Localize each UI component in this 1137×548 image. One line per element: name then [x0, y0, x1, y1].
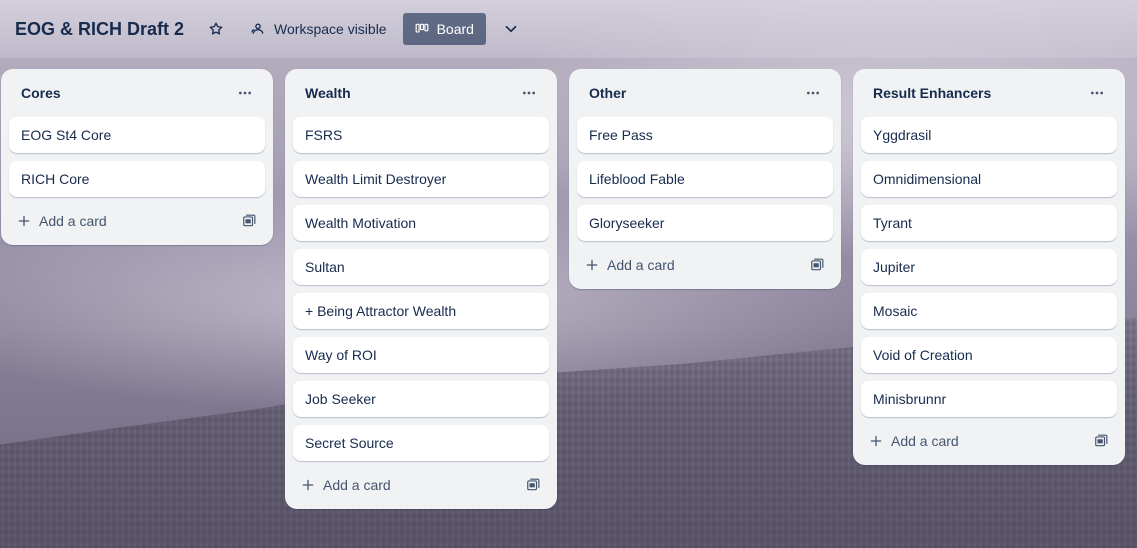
list-footer: Add a card [577, 249, 833, 281]
card[interactable]: Free Pass [577, 117, 833, 153]
people-icon [251, 23, 264, 34]
list-header[interactable]: Other [577, 69, 833, 117]
card[interactable]: + Being Attractor Wealth [293, 293, 549, 329]
card[interactable]: RICH Core [9, 161, 265, 197]
list-cores: Cores EOG St4 Core RICH Core Add a card [1, 69, 273, 245]
more-icon [239, 91, 251, 95]
card[interactable]: Omnidimensional [861, 161, 1117, 197]
list-title[interactable]: Wealth [305, 85, 351, 101]
add-card-label: Add a card [323, 477, 391, 493]
card[interactable]: Job Seeker [293, 381, 549, 417]
card[interactable]: EOG St4 Core [9, 117, 265, 153]
create-from-template-button[interactable] [1089, 429, 1113, 453]
card[interactable]: Way of ROI [293, 337, 549, 373]
more-icon [1091, 91, 1103, 95]
board-icon [415, 23, 429, 33]
star-icon [209, 22, 223, 35]
list-header[interactable]: Result Enhancers [861, 69, 1117, 117]
card[interactable]: Jupiter [861, 249, 1117, 285]
star-button[interactable] [202, 13, 230, 45]
board-view-button[interactable]: Board [402, 13, 486, 45]
template-icon [811, 258, 824, 271]
card[interactable]: Sultan [293, 249, 549, 285]
create-from-template-button[interactable] [237, 209, 261, 233]
more-icon [807, 91, 819, 95]
list-footer: Add a card [9, 205, 265, 237]
plus-icon [18, 215, 30, 227]
add-card-button[interactable]: Add a card [869, 433, 959, 449]
list-other: Other Free Pass Lifeblood Fable Glorysee… [569, 69, 841, 289]
card[interactable]: Wealth Limit Destroyer [293, 161, 549, 197]
list-menu-button[interactable] [515, 79, 543, 107]
plus-icon [586, 259, 598, 271]
list-title[interactable]: Cores [21, 85, 61, 101]
list-menu-button[interactable] [799, 79, 827, 107]
board-title[interactable]: EOG & RICH Draft 2 [15, 19, 184, 40]
card[interactable]: Wealth Motivation [293, 205, 549, 241]
list-header[interactable]: Wealth [293, 69, 549, 117]
template-icon [1095, 434, 1108, 447]
add-card-label: Add a card [607, 257, 675, 273]
add-card-button[interactable]: Add a card [301, 477, 391, 493]
plus-icon [870, 435, 882, 447]
more-icon [523, 91, 535, 95]
card[interactable]: Secret Source [293, 425, 549, 461]
board-view-label: Board [436, 21, 474, 37]
list-menu-button[interactable] [231, 79, 259, 107]
lists-container: Cores EOG St4 Core RICH Core Add a card … [1, 69, 1125, 509]
template-icon [243, 214, 256, 227]
create-from-template-button[interactable] [805, 253, 829, 277]
board-header: EOG & RICH Draft 2 Workspace visible Boa… [0, 0, 1137, 58]
card[interactable]: Lifeblood Fable [577, 161, 833, 197]
list-header[interactable]: Cores [9, 69, 265, 117]
list-footer: Add a card [861, 425, 1117, 457]
list-title[interactable]: Result Enhancers [873, 85, 991, 101]
list-result-enhancers: Result Enhancers Yggdrasil Omnidimension… [853, 69, 1125, 465]
card[interactable]: FSRS [293, 117, 549, 153]
add-card-label: Add a card [39, 213, 107, 229]
list-title[interactable]: Other [589, 85, 626, 101]
card[interactable]: Mosaic [861, 293, 1117, 329]
template-icon [527, 478, 540, 491]
plus-icon [302, 479, 314, 491]
add-card-button[interactable]: Add a card [17, 213, 107, 229]
list-menu-button[interactable] [1083, 79, 1111, 107]
view-switcher-button[interactable] [496, 13, 526, 45]
visibility-label: Workspace visible [274, 21, 387, 37]
card[interactable]: Tyrant [861, 205, 1117, 241]
visibility-button[interactable]: Workspace visible [244, 13, 393, 45]
list-wealth: Wealth FSRS Wealth Limit Destroyer Wealt… [285, 69, 557, 509]
card[interactable]: Minisbrunnr [861, 381, 1117, 417]
add-card-label: Add a card [891, 433, 959, 449]
list-footer: Add a card [293, 469, 549, 501]
card[interactable]: Void of Creation [861, 337, 1117, 373]
add-card-button[interactable]: Add a card [585, 257, 675, 273]
card[interactable]: Gloryseeker [577, 205, 833, 241]
card[interactable]: Yggdrasil [861, 117, 1117, 153]
chevron-down-icon [505, 25, 517, 33]
create-from-template-button[interactable] [521, 473, 545, 497]
